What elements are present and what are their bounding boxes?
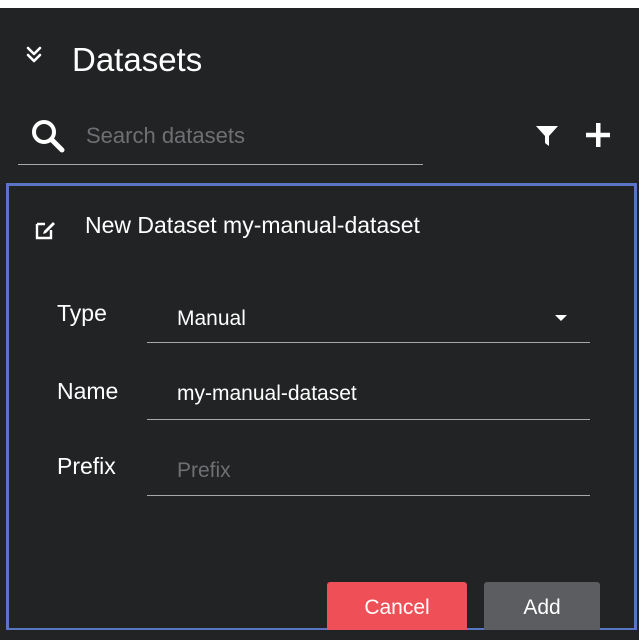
search-input[interactable] [86, 118, 416, 154]
search-box[interactable] [18, 110, 423, 165]
plus-icon[interactable] [584, 121, 612, 149]
name-label: Name [57, 378, 119, 404]
add-button[interactable]: Add [484, 582, 600, 634]
prefix-label: Prefix [57, 453, 116, 479]
card-title: New Dataset my-manual-dataset [85, 212, 420, 238]
type-select-underline [147, 342, 590, 343]
bottom-strip [0, 630, 639, 640]
new-dataset-card: New Dataset my-manual-dataset Type Manua… [6, 183, 637, 634]
cancel-button[interactable]: Cancel [327, 582, 467, 634]
name-input-underline [147, 419, 590, 420]
type-label: Type [57, 300, 107, 326]
panel-title: Datasets [72, 41, 203, 78]
prefix-input[interactable]: Prefix [177, 457, 231, 485]
panel-header: Datasets [0, 8, 639, 106]
type-select-value[interactable]: Manual [177, 305, 246, 333]
edit-icon [35, 222, 55, 240]
prefix-input-underline [147, 495, 590, 496]
search-icon [32, 120, 65, 153]
name-input[interactable]: my-manual-dataset [177, 380, 357, 408]
top-strip [0, 0, 639, 8]
filter-icon[interactable] [535, 124, 559, 148]
double-chevron-down-icon[interactable] [26, 46, 42, 64]
dropdown-caret-icon[interactable] [555, 315, 567, 321]
datasets-panel: Datasets New Dataset my-manual-dataset T… [0, 0, 639, 640]
